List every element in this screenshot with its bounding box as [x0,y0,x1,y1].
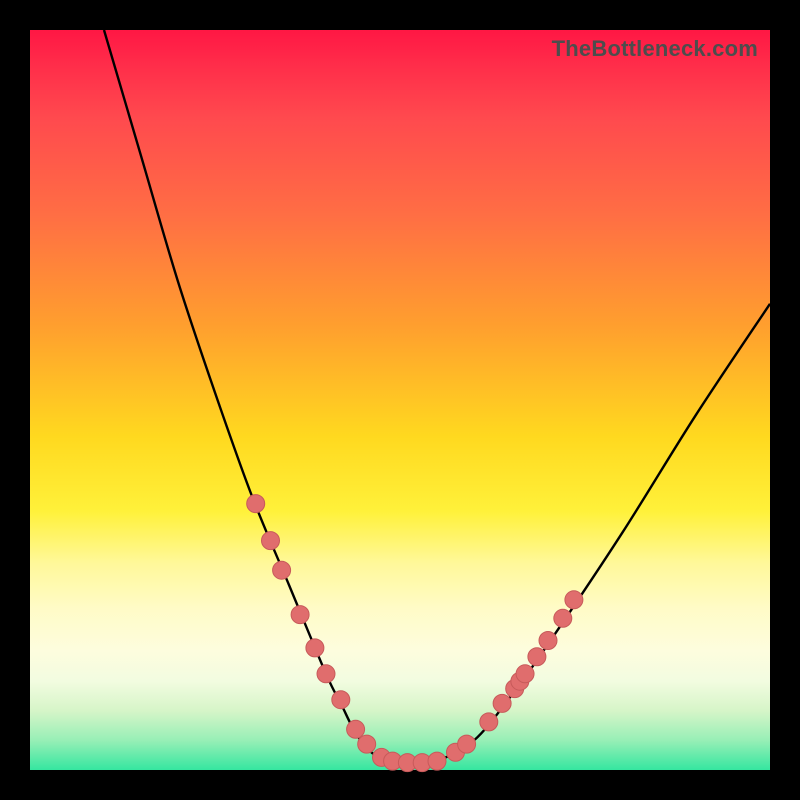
data-marker [262,532,280,550]
data-marker [247,495,265,513]
data-marker [428,752,446,770]
data-marker [458,735,476,753]
data-marker [565,591,583,609]
data-marker [273,561,291,579]
plot-area: TheBottleneck.com [30,30,770,770]
marker-group [247,495,583,772]
data-marker [291,606,309,624]
curve-layer [30,30,770,770]
data-marker [554,609,572,627]
chart-frame: TheBottleneck.com [0,0,800,800]
data-marker [493,694,511,712]
data-marker [539,632,557,650]
data-marker [358,735,376,753]
data-marker [317,665,335,683]
data-marker [347,720,365,738]
data-marker [332,691,350,709]
data-marker [480,713,498,731]
data-marker [528,648,546,666]
bottleneck-curve [104,30,770,763]
data-marker [516,665,534,683]
data-marker [306,639,324,657]
